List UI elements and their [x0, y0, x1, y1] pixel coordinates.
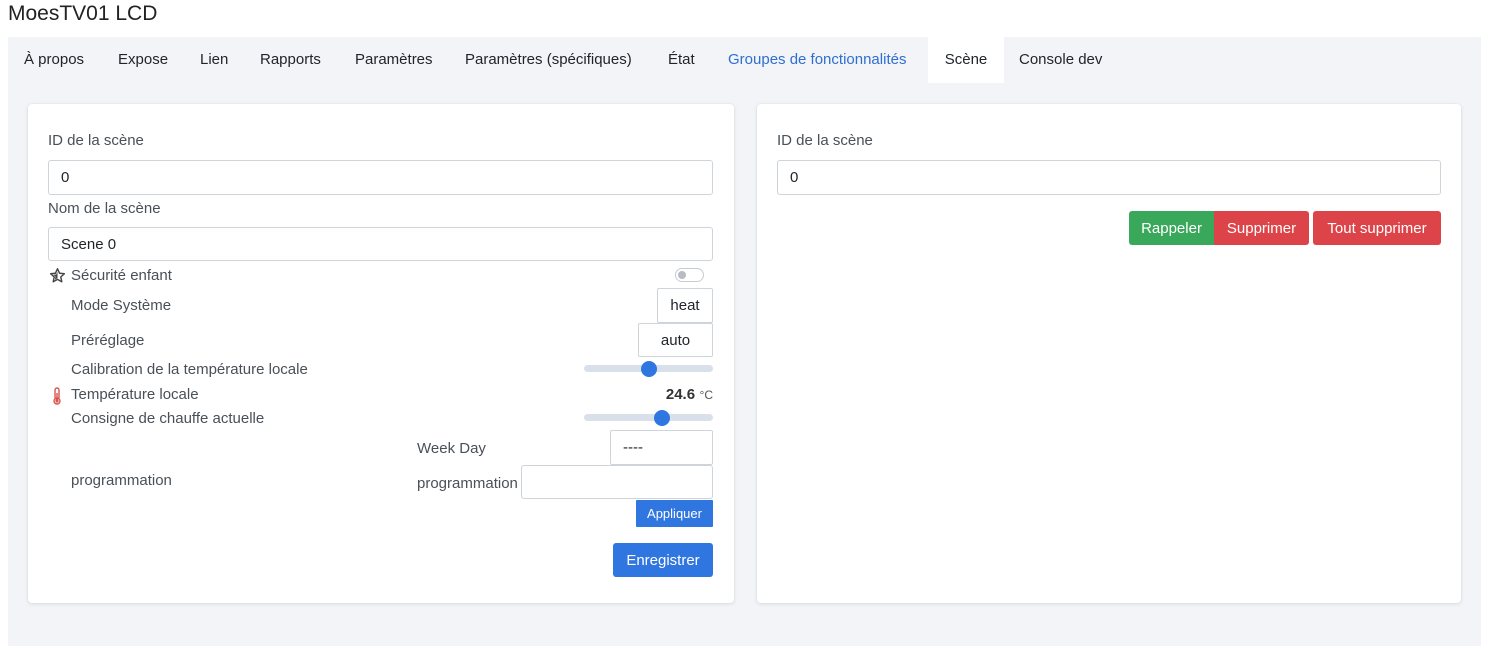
recall-button[interactable]: Rappeler	[1129, 211, 1214, 245]
tab-a-propos[interactable]: À propos	[24, 37, 84, 83]
page-title: MoesTV01 LCD	[8, 2, 158, 25]
schedule-label: programmation	[71, 472, 172, 489]
system-mode-label: Mode Système	[71, 297, 172, 314]
heating-setpoint-slider-thumb[interactable]	[654, 410, 671, 426]
heating-setpoint-label: Consigne de chauffe actuelle	[71, 410, 265, 427]
child-lock-toggle[interactable]	[675, 268, 704, 282]
scene-id-label: ID de la scène	[48, 132, 144, 149]
remove-button[interactable]: Supprimer	[1214, 211, 1309, 245]
preset-select[interactable]: auto	[638, 323, 713, 357]
heating-setpoint-slider-track[interactable]	[584, 410, 713, 426]
tab-scene[interactable]: Scène	[928, 37, 1004, 83]
preset-label: Préréglage	[71, 332, 145, 349]
local-temperature-label: Température locale	[71, 386, 199, 403]
apply-button[interactable]: Appliquer	[636, 500, 713, 527]
local-temperature-unit: °C	[699, 388, 713, 402]
scene-id-input[interactable]: 0	[48, 160, 713, 195]
tab-lien[interactable]: Lien	[200, 37, 228, 83]
tab-expose[interactable]: Expose	[118, 37, 168, 83]
schedule-sub-label: programmation	[417, 475, 518, 492]
week-day-select[interactable]: ----	[610, 430, 713, 465]
child-lock-label: Sécurité enfant	[71, 267, 172, 284]
remove-all-button[interactable]: Tout supprimer	[1313, 211, 1441, 245]
tab-etat[interactable]: État	[668, 37, 695, 83]
local-temperature-reading: 24.6 °C	[666, 386, 713, 404]
scene-id-label: ID de la scène	[777, 132, 873, 149]
system-mode-select[interactable]: heat	[657, 288, 713, 323]
calibration-slider-thumb[interactable]	[640, 361, 657, 377]
thermometer-icon	[52, 387, 62, 405]
tab-groupes-fonctionnalites[interactable]: Groupes de fonctionnalités	[728, 37, 906, 83]
tab-bar: À propos Expose Lien Rapports Paramètres…	[8, 37, 1481, 83]
scene-name-input[interactable]: Scene 0	[48, 227, 713, 261]
week-day-label: Week Day	[417, 440, 486, 457]
calibration-slider-track[interactable]	[584, 361, 713, 377]
scene-store-card: ID de la scène 0 Nom de la scène Scene 0…	[28, 104, 734, 603]
schedule-input[interactable]	[521, 465, 713, 499]
tab-console-dev[interactable]: Console dev	[1019, 37, 1102, 83]
tab-parametres-specifiques[interactable]: Paramètres (spécifiques)	[465, 37, 632, 83]
local-temperature-value: 24.6	[665, 386, 696, 403]
scene-id-input[interactable]: 0	[777, 160, 1441, 195]
scene-name-label: Nom de la scène	[48, 200, 161, 217]
star-icon	[49, 267, 66, 284]
calibration-label: Calibration de la température locale	[71, 361, 308, 378]
tab-rapports[interactable]: Rapports	[260, 37, 321, 83]
toggle-knob	[678, 271, 686, 279]
scene-recall-card: ID de la scène 0 Rappeler Supprimer Tout…	[757, 104, 1461, 603]
save-button[interactable]: Enregistrer	[613, 543, 713, 577]
tab-parametres[interactable]: Paramètres	[355, 37, 433, 83]
